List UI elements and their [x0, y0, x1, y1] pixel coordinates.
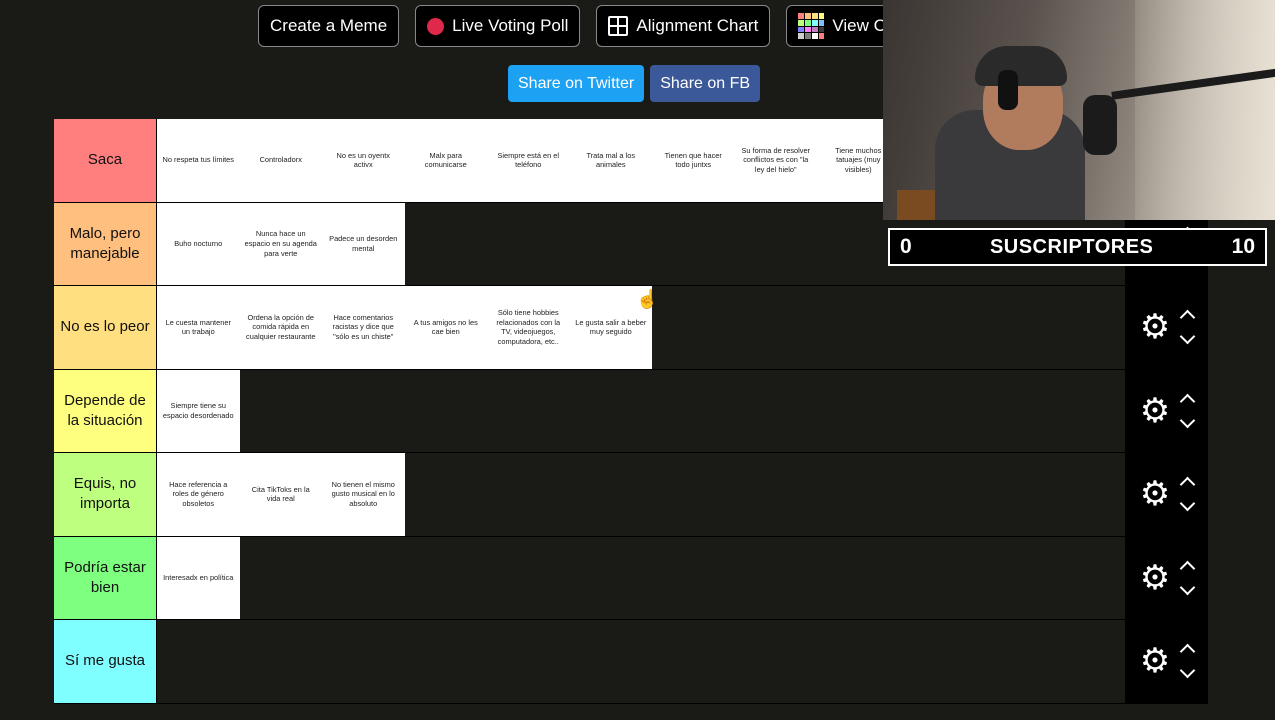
record-dot-icon — [427, 17, 445, 35]
tier-controls: ⚙ — [1125, 620, 1208, 703]
chevron-up-icon[interactable] — [1179, 560, 1196, 577]
tier-item-card[interactable]: No tienen el mismo gusto musical en lo a… — [322, 453, 405, 536]
tier-controls: ⚙ — [1125, 286, 1208, 369]
subscriber-counter: 0 SUSCRIPTORES 10 — [888, 228, 1267, 266]
tier-row: Equis, no importa Hace referencia a roles… — [54, 453, 1208, 537]
webcam-overlay — [883, 0, 1275, 220]
tier-item-card[interactable]: Trata mal a los animales — [569, 119, 652, 202]
live-voting-poll-button[interactable]: Live Voting Poll — [415, 5, 581, 47]
tier-item-card[interactable]: Le cuesta mantener un trabajo — [157, 286, 240, 369]
gear-icon[interactable]: ⚙ — [1140, 644, 1170, 678]
tier-row: Sí me gusta ⚙ — [54, 620, 1208, 704]
tier-item-card[interactable]: Malx para comunicarse — [404, 119, 487, 202]
tier-label[interactable]: Saca — [54, 119, 157, 202]
tier-controls: ⚙ — [1125, 453, 1208, 536]
create-meme-label: Create a Meme — [270, 16, 388, 35]
tier-items-area[interactable]: Interesadx en política — [157, 536, 1125, 619]
chevron-up-icon[interactable] — [1179, 643, 1196, 660]
headset-icon — [998, 70, 1018, 110]
alignment-chart-label: Alignment Chart — [636, 16, 759, 35]
chevron-down-icon[interactable] — [1179, 662, 1196, 679]
gear-icon[interactable]: ⚙ — [1140, 310, 1170, 344]
move-arrows — [1179, 392, 1196, 430]
tier-label[interactable]: No es lo peor — [54, 286, 157, 369]
curtain-shape — [1135, 0, 1275, 220]
tier-item-card[interactable]: Buho nocturno — [157, 202, 240, 285]
tier-label[interactable]: Sí me gusta — [54, 620, 157, 703]
hand-cursor-icon: ☝ — [636, 289, 659, 309]
move-arrows — [1179, 475, 1196, 513]
move-arrows — [1179, 308, 1196, 346]
tier-item-card[interactable]: Cita TikToks en la vida real — [239, 453, 322, 536]
chevron-down-icon[interactable] — [1179, 328, 1196, 345]
tier-item-card[interactable]: No respeta tus límites — [157, 119, 240, 202]
chevron-up-icon[interactable] — [1179, 309, 1196, 326]
tier-row: Podría estar bien Interesadx en política ⚙ — [54, 536, 1208, 620]
tier-items-area[interactable]: Hace referencia a roles de género obsole… — [157, 453, 1125, 536]
alignment-chart-button[interactable]: Alignment Chart — [596, 5, 771, 47]
tier-item-card[interactable]: Nunca hace un espacio en su agenda para … — [239, 202, 322, 285]
move-arrows — [1179, 642, 1196, 680]
tier-label[interactable]: Podría estar bien — [54, 536, 157, 619]
subscriber-current: 0 — [900, 235, 912, 258]
cap-shape — [975, 46, 1067, 86]
tier-item-card[interactable]: Hace comentarios racistas y dice que "só… — [322, 286, 405, 369]
gear-icon[interactable]: ⚙ — [1140, 394, 1170, 428]
tier-row: No es lo peor Le cuesta mantener un traba… — [54, 286, 1208, 370]
color-grid-icon — [798, 13, 825, 39]
tier-item-card[interactable]: A tus amigos no les cae bien — [404, 286, 487, 369]
tier-item-card[interactable]: Siempre tiene su espacio desordenado — [157, 369, 240, 452]
tier-item-card[interactable]: Su forma de resolver conflictos es con "… — [734, 119, 817, 202]
subscriber-title: SUSCRIPTORES — [989, 235, 1154, 258]
tier-item-card[interactable]: No es un oyentx activx — [322, 119, 405, 202]
tier-item-card[interactable]: Padece un desorden mental — [322, 202, 405, 285]
share-fb-button[interactable]: Share on FB — [650, 65, 761, 102]
share-fb-label: Share on FB — [660, 74, 751, 92]
chevron-down-icon[interactable] — [1179, 412, 1196, 429]
share-buttons: Share on Twitter Share on FB — [508, 65, 761, 102]
chevron-up-icon[interactable] — [1179, 476, 1196, 493]
live-voting-poll-label: Live Voting Poll — [452, 16, 569, 35]
subscriber-goal: 10 — [1231, 235, 1255, 258]
create-meme-button[interactable]: Create a Meme — [258, 5, 400, 47]
top-toolbar: Create a Meme Live Voting Poll Alignment… — [258, 5, 908, 47]
tier-item-card[interactable]: Hace referencia a roles de género obsole… — [157, 453, 240, 536]
microphone-icon — [1083, 95, 1117, 155]
tier-row: Depende de la situación Siempre tiene su … — [54, 369, 1208, 453]
share-twitter-button[interactable]: Share on Twitter — [508, 65, 645, 102]
move-arrows — [1179, 559, 1196, 597]
gear-icon[interactable]: ⚙ — [1140, 477, 1170, 511]
tier-item-card[interactable]: Tienen que hacer todo juntxs — [652, 119, 735, 202]
tier-label[interactable]: Depende de la situación — [54, 369, 157, 452]
tier-items-area[interactable] — [157, 620, 1125, 703]
tier-controls: ⚙ — [1125, 369, 1208, 452]
gear-icon[interactable]: ⚙ — [1140, 561, 1170, 595]
tier-item-card[interactable]: Ordena la opción de comida rápida en cua… — [239, 286, 322, 369]
tier-item-card[interactable]: Controladorx — [239, 119, 322, 202]
chevron-up-icon[interactable] — [1179, 393, 1196, 410]
chevron-down-icon[interactable] — [1179, 495, 1196, 512]
tier-controls: ⚙ — [1125, 536, 1208, 619]
tier-item-card[interactable]: Sólo tiene hobbies relacionados con la T… — [487, 286, 570, 369]
tier-label[interactable]: Equis, no importa — [54, 453, 157, 536]
tier-label[interactable]: Malo, pero manejable — [54, 202, 157, 285]
tier-item-card[interactable]: Interesadx en política — [157, 536, 240, 619]
share-twitter-label: Share on Twitter — [518, 74, 635, 92]
chevron-down-icon[interactable] — [1179, 579, 1196, 596]
tier-items-area[interactable]: Siempre tiene su espacio desordenado — [157, 369, 1125, 452]
tier-item-card[interactable]: Siempre está en el teléfono — [487, 119, 570, 202]
grid-icon — [608, 16, 629, 36]
